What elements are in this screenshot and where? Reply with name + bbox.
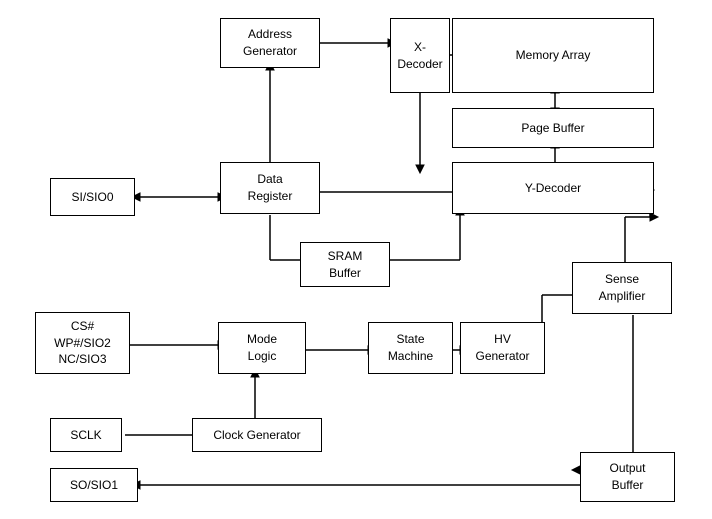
- clock-generator-block: Clock Generator: [192, 418, 322, 452]
- sclk-label: SCLK: [70, 427, 101, 444]
- output-buffer-block: Output Buffer: [580, 452, 675, 502]
- hv-generator-block: HV Generator: [460, 322, 545, 374]
- sense-amplifier-label: Sense Amplifier: [599, 271, 646, 305]
- si-sio0-label: SI/SIO0: [71, 189, 113, 206]
- address-generator-block: Address Generator: [220, 18, 320, 68]
- data-register-label: Data Register: [248, 171, 293, 205]
- cs-wp-nc-block: CS# WP#/SIO2 NC/SIO3: [35, 312, 130, 374]
- sram-buffer-block: SRAM Buffer: [300, 242, 390, 287]
- so-sio1-block: SO/SIO1: [50, 468, 138, 502]
- sram-buffer-label: SRAM Buffer: [328, 248, 363, 282]
- so-sio1-label: SO/SIO1: [70, 477, 118, 494]
- x-decoder-block: X- Decoder: [390, 18, 450, 93]
- data-register-block: Data Register: [220, 162, 320, 214]
- y-decoder-block: Y-Decoder: [452, 162, 654, 214]
- si-sio0-block: SI/SIO0: [50, 178, 135, 216]
- mode-logic-label: Mode Logic: [247, 331, 277, 365]
- block-diagram: Address Generator X- Decoder Memory Arra…: [0, 0, 712, 519]
- state-machine-label: State Machine: [388, 331, 433, 365]
- memory-array-block: Memory Array: [452, 18, 654, 93]
- sclk-block: SCLK: [50, 418, 122, 452]
- state-machine-block: State Machine: [368, 322, 453, 374]
- cs-wp-nc-label: CS# WP#/SIO2 NC/SIO3: [54, 318, 111, 368]
- x-decoder-label: X- Decoder: [397, 39, 442, 73]
- memory-array-label: Memory Array: [516, 47, 591, 64]
- page-buffer-label: Page Buffer: [521, 120, 584, 137]
- address-generator-label: Address Generator: [243, 26, 297, 60]
- page-buffer-block: Page Buffer: [452, 108, 654, 148]
- hv-generator-label: HV Generator: [475, 331, 529, 365]
- mode-logic-block: Mode Logic: [218, 322, 306, 374]
- y-decoder-label: Y-Decoder: [525, 180, 581, 197]
- output-buffer-label: Output Buffer: [609, 460, 645, 494]
- clock-generator-label: Clock Generator: [213, 427, 300, 444]
- sense-amplifier-block: Sense Amplifier: [572, 262, 672, 314]
